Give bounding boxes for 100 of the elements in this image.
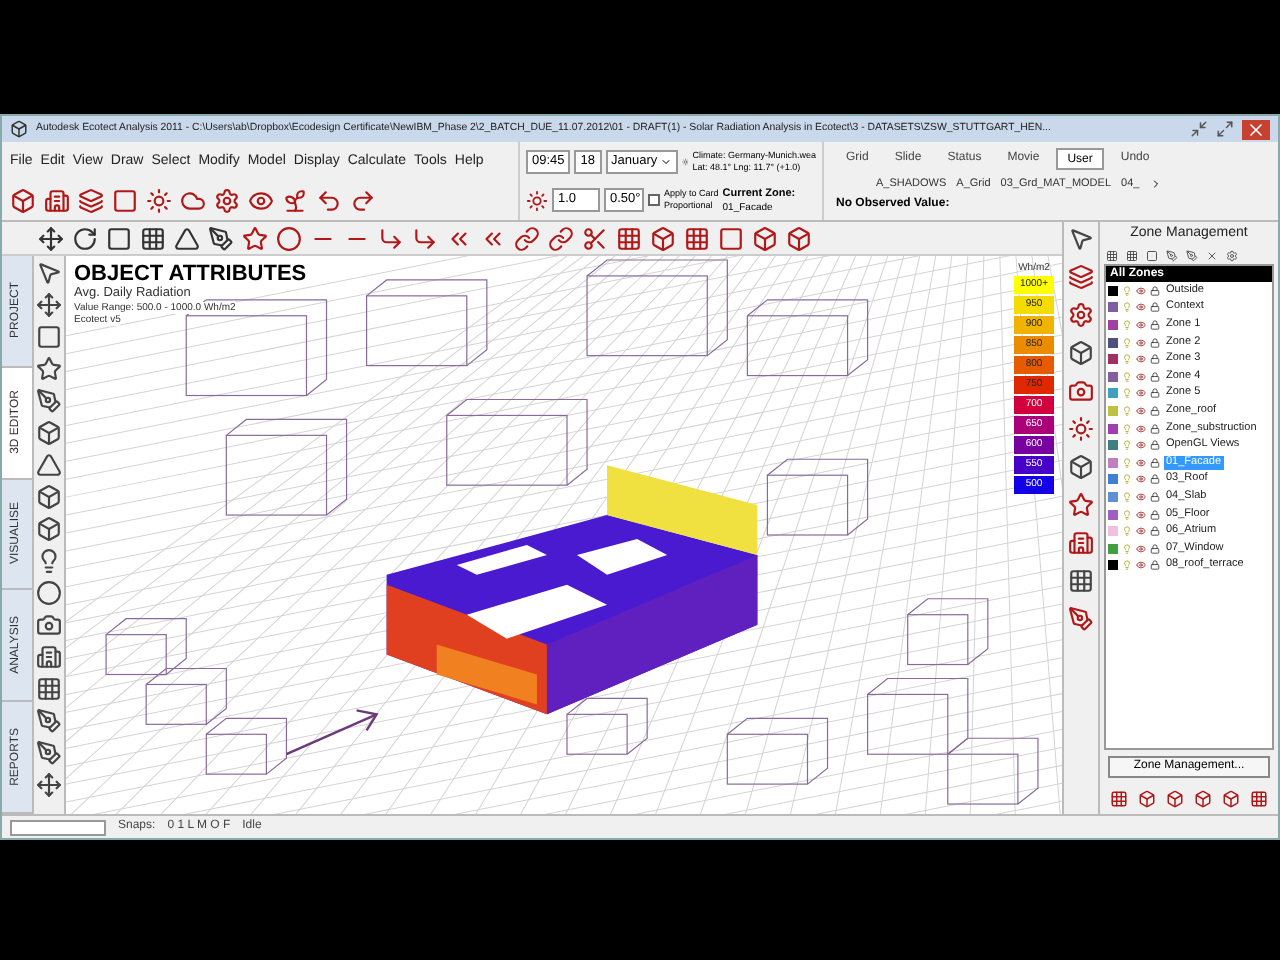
- eye-icon[interactable]: [1136, 371, 1146, 382]
- square-icon[interactable]: [112, 187, 138, 214]
- settings-icon[interactable]: [214, 187, 240, 214]
- eye-icon[interactable]: [1136, 405, 1146, 416]
- circle-icon[interactable]: [276, 225, 302, 251]
- zone-tool-icon[interactable]: [1106, 249, 1118, 261]
- lock-icon[interactable]: [1150, 388, 1160, 399]
- link-icon[interactable]: [514, 225, 540, 251]
- undo-icon[interactable]: [316, 187, 342, 214]
- rotate-icon[interactable]: [72, 225, 98, 251]
- square-icon[interactable]: [718, 225, 744, 251]
- camera-icon[interactable]: [1068, 378, 1094, 404]
- eye-icon[interactable]: [1136, 302, 1146, 313]
- eye-icon[interactable]: [1136, 491, 1146, 502]
- settings-icon[interactable]: [1068, 302, 1094, 328]
- grid-icon[interactable]: [140, 225, 166, 251]
- zone-tool-icon[interactable]: [1126, 249, 1138, 261]
- cube-icon[interactable]: [752, 225, 778, 251]
- grid-icon[interactable]: [616, 225, 642, 251]
- eye-icon[interactable]: [1136, 285, 1146, 296]
- zone-tool-icon[interactable]: [1226, 249, 1238, 261]
- building-icon[interactable]: [44, 187, 70, 214]
- scissors-icon[interactable]: [582, 225, 608, 251]
- corner-icon[interactable]: [412, 225, 438, 251]
- lock-icon[interactable]: [1150, 371, 1160, 382]
- zone-tool-icon[interactable]: [1186, 249, 1198, 261]
- layers-icon[interactable]: [1068, 264, 1094, 290]
- eye-icon[interactable]: [1136, 474, 1146, 485]
- lock-icon[interactable]: [1150, 509, 1160, 520]
- eye-icon[interactable]: [1136, 337, 1146, 348]
- move-icon[interactable]: [36, 292, 62, 318]
- grid-icon[interactable]: [684, 225, 710, 251]
- more-icon[interactable]: [1149, 178, 1162, 190]
- zone-tool-icon[interactable]: [1166, 249, 1178, 261]
- redo-icon[interactable]: [350, 187, 376, 214]
- eye-icon[interactable]: [1136, 509, 1146, 520]
- move-icon[interactable]: [38, 225, 64, 251]
- camera-icon[interactable]: [36, 612, 62, 638]
- zone-action-icon[interactable]: [1165, 790, 1184, 808]
- zone-action-icon[interactable]: [1222, 790, 1241, 808]
- zone-action-icon[interactable]: [1109, 790, 1128, 808]
- eye-icon[interactable]: [1136, 457, 1146, 468]
- cloud-icon[interactable]: [180, 187, 206, 214]
- lock-icon[interactable]: [1150, 319, 1160, 330]
- zone-tool-icon[interactable]: [1206, 249, 1218, 261]
- zone-tool-icon[interactable]: [1146, 249, 1158, 261]
- triangle-icon[interactable]: [174, 225, 200, 251]
- pen-icon[interactable]: [36, 708, 62, 734]
- maximize-icon[interactable]: [1216, 120, 1234, 138]
- lock-icon[interactable]: [1150, 440, 1160, 451]
- lock-icon[interactable]: [1150, 354, 1160, 365]
- cube-icon[interactable]: [786, 225, 812, 251]
- pen-icon[interactable]: [36, 740, 62, 766]
- lock-icon[interactable]: [1150, 543, 1160, 554]
- cube-icon[interactable]: [36, 420, 62, 446]
- lock-icon[interactable]: [1150, 405, 1160, 416]
- sun-icon[interactable]: [1068, 416, 1094, 442]
- sun-icon[interactable]: [526, 189, 548, 212]
- lock-icon[interactable]: [1150, 285, 1160, 296]
- star-icon[interactable]: [242, 225, 268, 251]
- pointer-icon[interactable]: [36, 260, 62, 286]
- pointer-icon[interactable]: [1068, 226, 1094, 252]
- eye-icon[interactable]: [1136, 440, 1146, 451]
- layers-icon[interactable]: [78, 187, 104, 214]
- building-icon[interactable]: [1068, 530, 1094, 556]
- cube-icon[interactable]: [36, 484, 62, 510]
- pen-icon[interactable]: [1068, 606, 1094, 632]
- cube-icon[interactable]: [650, 225, 676, 251]
- lock-icon[interactable]: [1150, 457, 1160, 468]
- star-icon[interactable]: [1068, 492, 1094, 518]
- cube-icon[interactable]: [10, 187, 36, 214]
- star-icon[interactable]: [36, 356, 62, 382]
- sun-icon[interactable]: [146, 187, 172, 214]
- building-icon[interactable]: [36, 644, 62, 670]
- lock-icon[interactable]: [1150, 423, 1160, 434]
- apply-checkbox[interactable]: [648, 194, 660, 207]
- lock-icon[interactable]: [1150, 491, 1160, 502]
- lock-icon[interactable]: [1150, 560, 1160, 571]
- cube-icon[interactable]: [36, 516, 62, 542]
- eye-icon[interactable]: [1136, 543, 1146, 554]
- lock-icon[interactable]: [1150, 526, 1160, 537]
- move-icon[interactable]: [36, 772, 62, 798]
- eye-icon[interactable]: [248, 187, 274, 214]
- cube-icon[interactable]: [1068, 454, 1094, 480]
- circle-icon[interactable]: [36, 580, 62, 606]
- lock-icon[interactable]: [1150, 474, 1160, 485]
- zone-action-icon[interactable]: [1137, 790, 1156, 808]
- eye-icon[interactable]: [1136, 423, 1146, 434]
- cube-icon[interactable]: [1068, 340, 1094, 366]
- corner-icon[interactable]: [378, 225, 404, 251]
- square-icon[interactable]: [36, 324, 62, 350]
- eye-icon[interactable]: [1136, 526, 1146, 537]
- lock-icon[interactable]: [1150, 337, 1160, 348]
- command-field[interactable]: [10, 819, 106, 835]
- minimize-icon[interactable]: [1190, 120, 1208, 138]
- grid-icon[interactable]: [36, 676, 62, 702]
- lightbulb-icon[interactable]: [36, 548, 62, 574]
- pen-icon[interactable]: [208, 225, 234, 251]
- close-icon[interactable]: [1242, 119, 1270, 139]
- lock-icon[interactable]: [1150, 302, 1160, 313]
